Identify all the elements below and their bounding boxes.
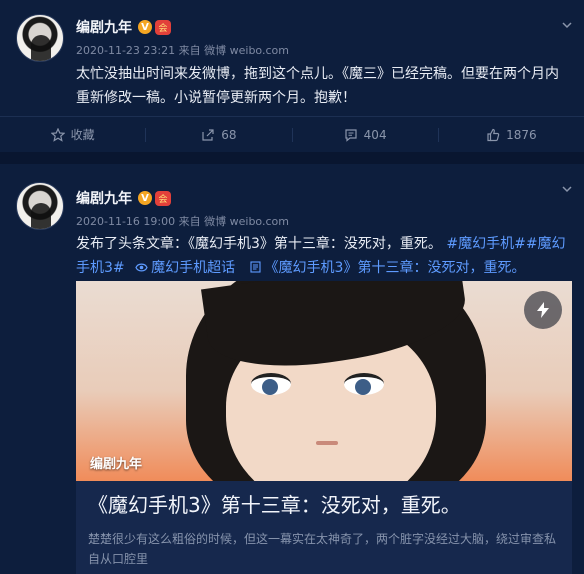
comment-button[interactable]: 404 (293, 117, 438, 152)
post-text-prefix: 发布了头条文章：《魔幻手机3》第十三章：没死对，重死。 (76, 236, 442, 252)
chevron-down-icon[interactable] (562, 184, 572, 194)
source: 来自 微博 weibo.com (178, 215, 289, 228)
article-link-label: 《魔幻手机3》第十三章：没死对，重死。 (264, 260, 526, 276)
article-card[interactable]: 编剧九年 《魔幻手机3》第十三章：没死对，重死。 楚楚很少有这么粗俗的时候，但这… (76, 281, 572, 574)
post-meta: 2020-11-16 19:00 来自 微博 weibo.com (76, 213, 289, 229)
like-count: 1876 (506, 127, 537, 142)
post-meta: 2020-11-23 23:21 来自 微博 weibo.com (76, 42, 289, 58)
avatar[interactable] (16, 182, 64, 230)
post-text: 发布了头条文章：《魔幻手机3》第十三章：没死对，重死。 #魔幻手机##魔幻 手机… (76, 232, 572, 280)
like-button[interactable]: 1876 (439, 117, 584, 152)
hashtag-link[interactable]: #魔幻 (526, 236, 566, 252)
share-icon (202, 128, 214, 141)
post-card: 编剧九年 V 会 2020-11-16 19:00 来自 微博 weibo.co… (0, 164, 584, 574)
feed-divider (0, 152, 584, 164)
favorite-button[interactable]: 收藏 (0, 117, 145, 152)
supertopic-link[interactable]: 魔幻手机超话 (129, 260, 239, 276)
source: 来自 微博 weibo.com (178, 44, 289, 57)
article-excerpt: 楚楚很少有这么粗俗的时候，但这一幕实在太神奇了，两个脏字没经过大脑，绕过审查私自… (88, 532, 557, 566)
hashtag-link[interactable]: #魔幻手机# (446, 236, 525, 252)
thumbs-up-icon (487, 128, 500, 141)
article-link[interactable]: 《魔幻手机3》第十三章：没死对，重死。 (240, 260, 526, 276)
post-text: 太忙没抽出时间来发微博，拖到这个点儿。《魔三》已经完稿。但要在两个月内重新修改一… (76, 66, 559, 106)
lightning-icon[interactable] (524, 291, 562, 329)
author-row: 编剧九年 V 会 (76, 17, 171, 37)
weibo-feed: 编剧九年 V 会 2020-11-23 23:21 来自 微博 weibo.co… (0, 0, 584, 574)
article-cover-image: 编剧九年 (76, 281, 572, 481)
timestamp[interactable]: 2020-11-16 19:00 (76, 215, 175, 228)
verified-icon: V (138, 20, 152, 34)
post-card: 编剧九年 V 会 2020-11-23 23:21 来自 微博 weibo.co… (0, 0, 584, 152)
username[interactable]: 编剧九年 (76, 188, 132, 208)
author-row: 编剧九年 V 会 (76, 188, 171, 208)
repost-button[interactable]: 68 (146, 117, 291, 152)
supertopic-label: 魔幻手机超话 (151, 260, 236, 276)
member-badge-icon: 会 (155, 190, 171, 206)
comment-icon (345, 128, 357, 142)
image-caption: 编剧九年 (90, 457, 143, 472)
article-icon (249, 261, 261, 273)
favorite-label: 收藏 (70, 128, 95, 142)
username[interactable]: 编剧九年 (76, 17, 132, 37)
action-bar: 收藏 68 404 1876 (0, 116, 584, 152)
repost-count: 68 (221, 127, 237, 142)
supertopic-icon (135, 263, 148, 272)
article-title: 《魔幻手机3》第十三章：没死对，重死。 (88, 493, 461, 517)
member-badge-icon: 会 (155, 19, 171, 35)
chevron-down-icon[interactable] (562, 20, 572, 30)
comment-count: 404 (363, 127, 387, 142)
avatar[interactable] (16, 14, 64, 62)
verified-icon: V (138, 191, 152, 205)
star-icon (50, 127, 65, 142)
hashtag-link[interactable]: 手机3# (76, 260, 125, 276)
timestamp[interactable]: 2020-11-23 23:21 (76, 44, 175, 57)
